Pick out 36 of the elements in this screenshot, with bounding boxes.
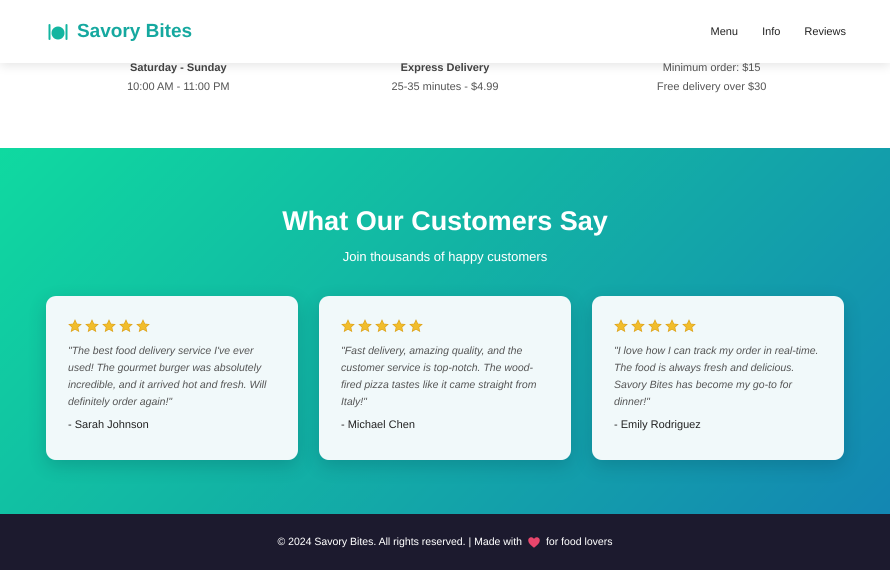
info-text: Minimum order: $15 <box>662 61 762 76</box>
review-author: - Emily Rodriguez <box>614 419 702 431</box>
info-text: 10:00 AM - 11:00 PM <box>126 80 231 95</box>
nav-link[interactable]: Info <box>762 26 780 38</box>
footer-text: © 2024 Savory Bites. All rights reserved. | Made with <box>277 536 522 548</box>
review-author: - Michael Chen <box>341 419 416 431</box>
star-icon <box>665 319 679 333</box>
star-icon <box>409 319 423 333</box>
star-icon <box>392 319 406 333</box>
star-icon <box>682 319 696 333</box>
star-icon <box>68 319 82 333</box>
info-text: Express Delivery <box>400 61 490 76</box>
review-quote: "I love how I can track my order in real-time. The food is always fresh and delicious. Savory Bites has become my go-to for dinner!" <box>614 344 820 410</box>
star-icon <box>358 319 372 333</box>
star-icon <box>631 319 645 333</box>
star-icon <box>648 319 662 333</box>
section-subtitle: Join thousands of happy customers <box>342 248 548 266</box>
star-icon <box>614 319 628 333</box>
heart-icon <box>528 536 540 548</box>
section-title: What Our Customers Say <box>281 205 609 238</box>
info-text: 25-35 minutes - $4.99 <box>390 80 500 95</box>
star-icon <box>85 319 99 333</box>
info-text: Saturday - Sunday <box>129 61 228 76</box>
star-icon <box>102 319 116 333</box>
star-icon <box>375 319 389 333</box>
star-icon <box>136 319 150 333</box>
footer-text: for food lovers <box>546 536 613 548</box>
info-text: Free delivery over $30 <box>656 80 768 95</box>
star-icon <box>119 319 133 333</box>
review-author: - Sarah Johnson <box>68 419 150 431</box>
plate-icon <box>48 22 68 40</box>
review-quote: "The best food delivery service I've ever used! The gourmet burger was absolutely incredible, and it arrived hot and fresh. Will definitely order again!" <box>68 344 268 410</box>
review-quote: "Fast delivery, amazing quality, and the customer service is top-notch. The wood-fired pizza tastes like it came straight from Italy!" <box>341 344 538 410</box>
nav-link[interactable]: Reviews <box>804 26 846 38</box>
star-icon <box>341 319 355 333</box>
nav-link[interactable]: Menu <box>710 26 738 38</box>
